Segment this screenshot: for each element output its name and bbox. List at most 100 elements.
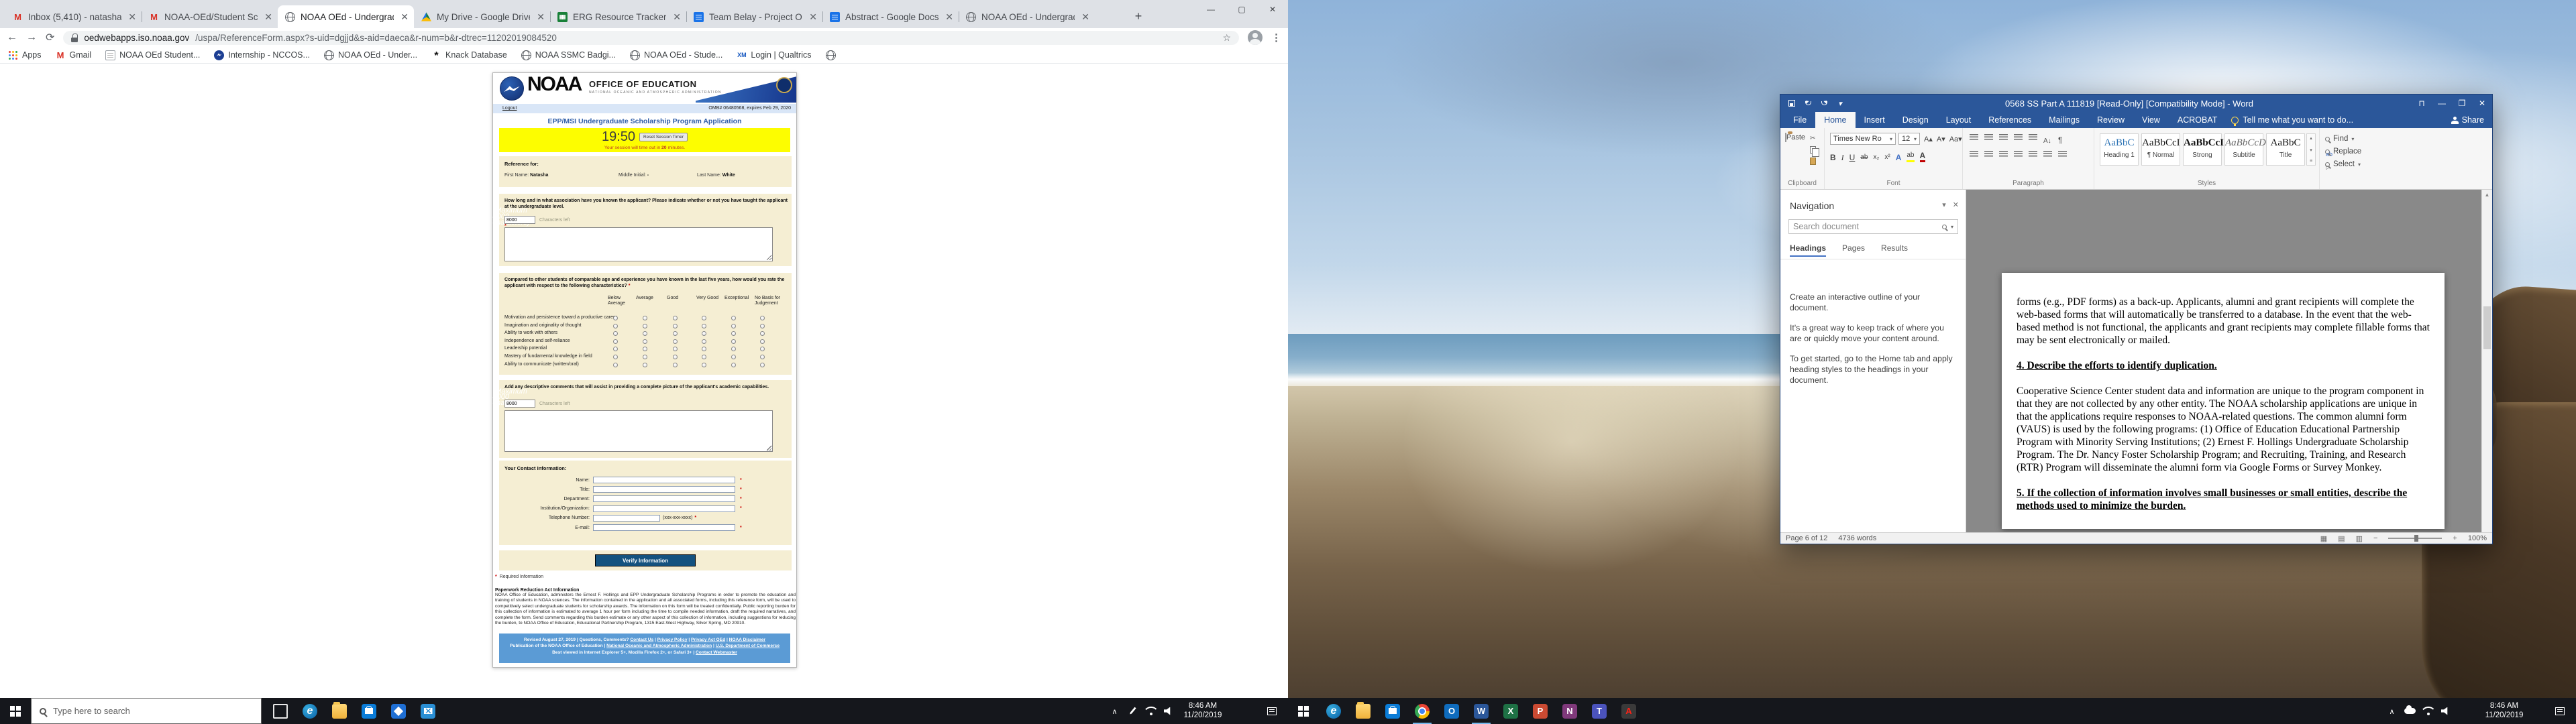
- ribbon-tab[interactable]: Insert: [1856, 112, 1894, 128]
- navigation-tab[interactable]: Results: [1881, 243, 1908, 257]
- taskbar-app-button[interactable]: [1407, 698, 1437, 724]
- contact-field-input[interactable]: [593, 495, 735, 502]
- radio-good[interactable]: [673, 339, 678, 344]
- zoom-out-button[interactable]: −: [2373, 534, 2377, 542]
- word-count[interactable]: 4736 words: [1838, 534, 1876, 542]
- ribbon-tab[interactable]: Design: [1894, 112, 1937, 128]
- cut-icon[interactable]: ✂: [1810, 135, 1816, 142]
- bookmark-item[interactable]: NOAA OEd - Under...: [324, 50, 417, 60]
- font-format-icon[interactable]: [1884, 152, 1890, 162]
- radio-good[interactable]: [673, 363, 678, 367]
- bookmark-item[interactable]: NOAA OEd - Stude...: [630, 50, 722, 60]
- tab-close-icon[interactable]: ✕: [808, 11, 818, 23]
- paragraph-icon[interactable]: [2014, 151, 2023, 158]
- paragraph-icon[interactable]: [1984, 151, 1993, 158]
- zoom-level[interactable]: 100%: [2468, 534, 2487, 542]
- tray-icon[interactable]: [2383, 698, 2401, 724]
- ribbon-tab[interactable]: File: [1784, 112, 1815, 128]
- share-button[interactable]: Share: [2451, 115, 2484, 125]
- close-button[interactable]: ✕: [1257, 0, 1288, 19]
- taskbar-app-button[interactable]: [1496, 698, 1525, 724]
- undo-icon[interactable]: [1801, 97, 1815, 110]
- radio-below-average[interactable]: [613, 347, 618, 351]
- font-name-combo[interactable]: Times New Ro▾: [1830, 133, 1896, 145]
- radio-good[interactable]: [673, 355, 678, 359]
- footer-segment[interactable]: NOAA Disclaimer: [729, 638, 765, 642]
- minimize-button[interactable]: —: [2432, 95, 2452, 112]
- radio-no-basis[interactable]: [760, 347, 765, 351]
- zoom-in-button[interactable]: +: [2453, 534, 2457, 542]
- editing-command[interactable]: Select ▾: [2325, 160, 2365, 168]
- start-button[interactable]: [0, 698, 31, 724]
- footer-segment[interactable]: Privacy Policy: [657, 638, 688, 642]
- ribbon-tab[interactable]: Mailings: [2040, 112, 2088, 128]
- footer-segment[interactable]: National Oceanic and Atmospheric Adminis…: [606, 644, 712, 648]
- characters-left-count[interactable]: [504, 400, 535, 408]
- taskbar-app-button[interactable]: [266, 698, 295, 724]
- font-format-icon[interactable]: [1841, 153, 1844, 162]
- ribbon-tab[interactable]: ACROBAT: [2169, 112, 2226, 128]
- taskbar-app-button[interactable]: [1437, 698, 1466, 724]
- font-mini-button[interactable]: A▴: [1924, 135, 1933, 143]
- font-format-icon[interactable]: [1849, 153, 1856, 162]
- print-layout-icon[interactable]: ▤: [2338, 534, 2345, 543]
- styles-scroll-glyph[interactable]: ▴: [2310, 135, 2312, 141]
- radio-average[interactable]: [643, 331, 647, 336]
- ribbon-tab[interactable]: Review: [2088, 112, 2133, 128]
- ribbon-tab[interactable]: References: [1980, 112, 2040, 128]
- radio-below-average[interactable]: [613, 316, 618, 320]
- taskbar-app-button[interactable]: [1466, 698, 1496, 724]
- taskbar-app-button[interactable]: [1555, 698, 1585, 724]
- style-chip[interactable]: AaBbC Title: [2266, 133, 2305, 166]
- browser-tab[interactable]: ERG Resource Tracker - Goo ✕: [550, 5, 686, 28]
- radio-no-basis[interactable]: [760, 339, 765, 344]
- zoom-slider-thumb[interactable]: [2414, 535, 2418, 542]
- paste-button[interactable]: Paste: [1784, 133, 1806, 141]
- address-bar[interactable]: oedwebapps.iso.noaa.gov /uspa/ReferenceF…: [63, 31, 1239, 45]
- bookmark-star-icon[interactable]: ☆: [1222, 32, 1231, 44]
- style-chip[interactable]: AaBbCcD Subtitle: [2224, 133, 2263, 166]
- tray-icon[interactable]: [1106, 698, 1124, 724]
- browser-tab[interactable]: Inbox (5,410) - natasha.whit ✕: [5, 5, 142, 28]
- tray-icon[interactable]: [2419, 698, 2437, 724]
- navigation-tab[interactable]: Pages: [1842, 243, 1865, 257]
- tab-close-icon[interactable]: ✕: [1080, 11, 1091, 23]
- paragraph-icon[interactable]: [1970, 151, 1978, 158]
- style-chip[interactable]: AaBbCcI ¶ Normal: [2141, 133, 2180, 166]
- taskbar-app-button[interactable]: [1585, 698, 1614, 724]
- save-icon[interactable]: [1785, 97, 1799, 110]
- action-center-button[interactable]: [1258, 698, 1285, 724]
- browser-tab[interactable]: Team Belay - Project Outlin ✕: [686, 5, 822, 28]
- tab-close-icon[interactable]: ✕: [535, 11, 546, 23]
- close-button[interactable]: ✕: [2472, 95, 2492, 112]
- radio-no-basis[interactable]: [760, 324, 765, 328]
- bookmark-item[interactable]: Login | Qualtrics: [737, 50, 811, 60]
- characters-left-count[interactable]: [504, 216, 535, 224]
- radio-exceptional[interactable]: [731, 331, 736, 336]
- qat-more-icon[interactable]: ▾: [1833, 97, 1847, 110]
- footer-segment[interactable]: Privacy Act OEd: [691, 638, 725, 642]
- tab-close-icon[interactable]: ✕: [399, 11, 410, 23]
- taskbar-app-button[interactable]: [1378, 698, 1407, 724]
- taskbar-app-button[interactable]: [384, 698, 413, 724]
- navigation-tab[interactable]: Headings: [1790, 243, 1826, 257]
- bookmark-item[interactable]: NOAA OEd Student...: [105, 50, 200, 60]
- comments-textarea[interactable]: [504, 410, 773, 452]
- start-button[interactable]: [1288, 698, 1319, 724]
- style-chip[interactable]: AaBbC Heading 1: [2100, 133, 2139, 166]
- taskbar-clock[interactable]: 8:46 AM 11/20/2019: [2467, 701, 2541, 720]
- radio-very-good[interactable]: [702, 347, 706, 351]
- radio-exceptional[interactable]: [731, 324, 736, 328]
- navigation-search-box[interactable]: ▾: [1788, 219, 1958, 234]
- radio-no-basis[interactable]: [760, 355, 765, 359]
- ribbon-tab[interactable]: Layout: [1937, 112, 1980, 128]
- forward-icon[interactable]: →: [26, 32, 37, 44]
- radio-exceptional[interactable]: [731, 316, 736, 320]
- zoom-slider[interactable]: [2388, 538, 2442, 539]
- paragraph-icon[interactable]: [1984, 134, 1993, 141]
- taskbar-app-button[interactable]: [295, 698, 325, 724]
- tray-icon[interactable]: [2401, 698, 2419, 724]
- font-size-combo[interactable]: 12▾: [1898, 133, 1920, 145]
- paragraph-icon[interactable]: [2058, 134, 2067, 141]
- tab-close-icon[interactable]: ✕: [944, 11, 955, 23]
